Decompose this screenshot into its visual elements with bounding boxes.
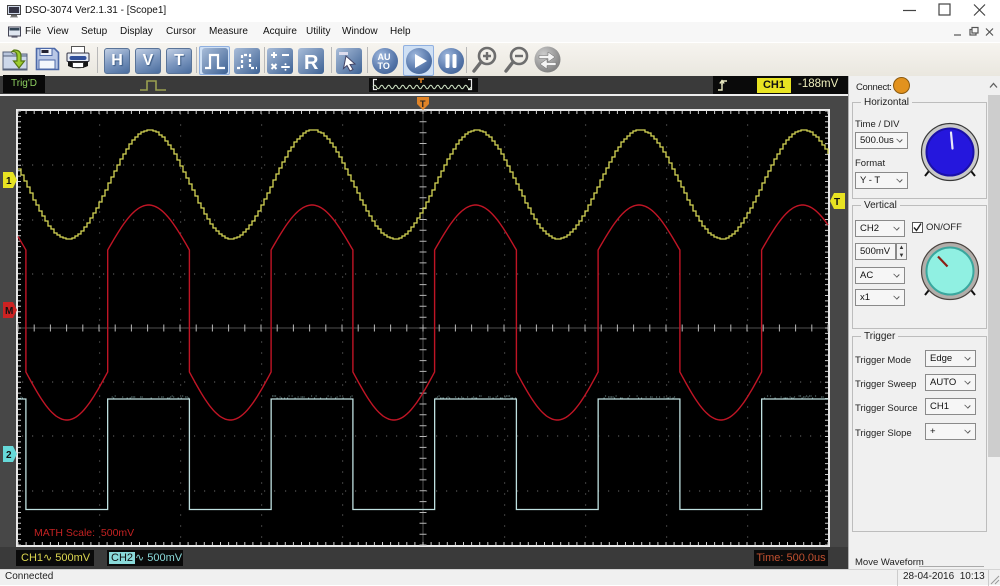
svg-text:1: 1 bbox=[6, 176, 12, 187]
svg-text:TO: TO bbox=[378, 61, 390, 71]
svg-text:R: R bbox=[304, 52, 319, 74]
svg-text:T: T bbox=[420, 99, 426, 109]
svg-text:T: T bbox=[834, 197, 840, 208]
svg-text:M: M bbox=[5, 306, 13, 317]
svg-text:2: 2 bbox=[6, 450, 12, 461]
svg-text:MATH Scale: 500mV: MATH Scale: 500mV bbox=[34, 527, 134, 539]
